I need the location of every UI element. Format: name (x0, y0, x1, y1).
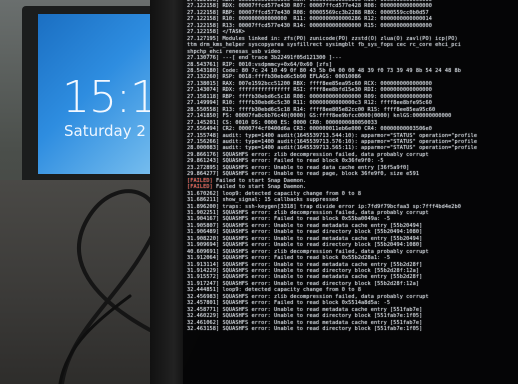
log-line: 32.463158] SQUASHFS error: Unable to rea… (187, 326, 423, 333)
log-line: 28.000083] audit: type=1400 audit(164553… (187, 145, 478, 152)
failed-tag: [FAILED] (187, 177, 213, 184)
failed-tag: [FAILED] (187, 184, 213, 191)
photo-scene: 15:16 Saturday 2 27.122158] R8X: 0000000… (0, 0, 518, 384)
terminal-screen: 27.122158] R8X: 0000000000000000 R9X: 00… (183, 0, 518, 384)
kernel-log-output: 27.122158] R8X: 0000000000000000 R9X: 00… (187, 0, 518, 333)
